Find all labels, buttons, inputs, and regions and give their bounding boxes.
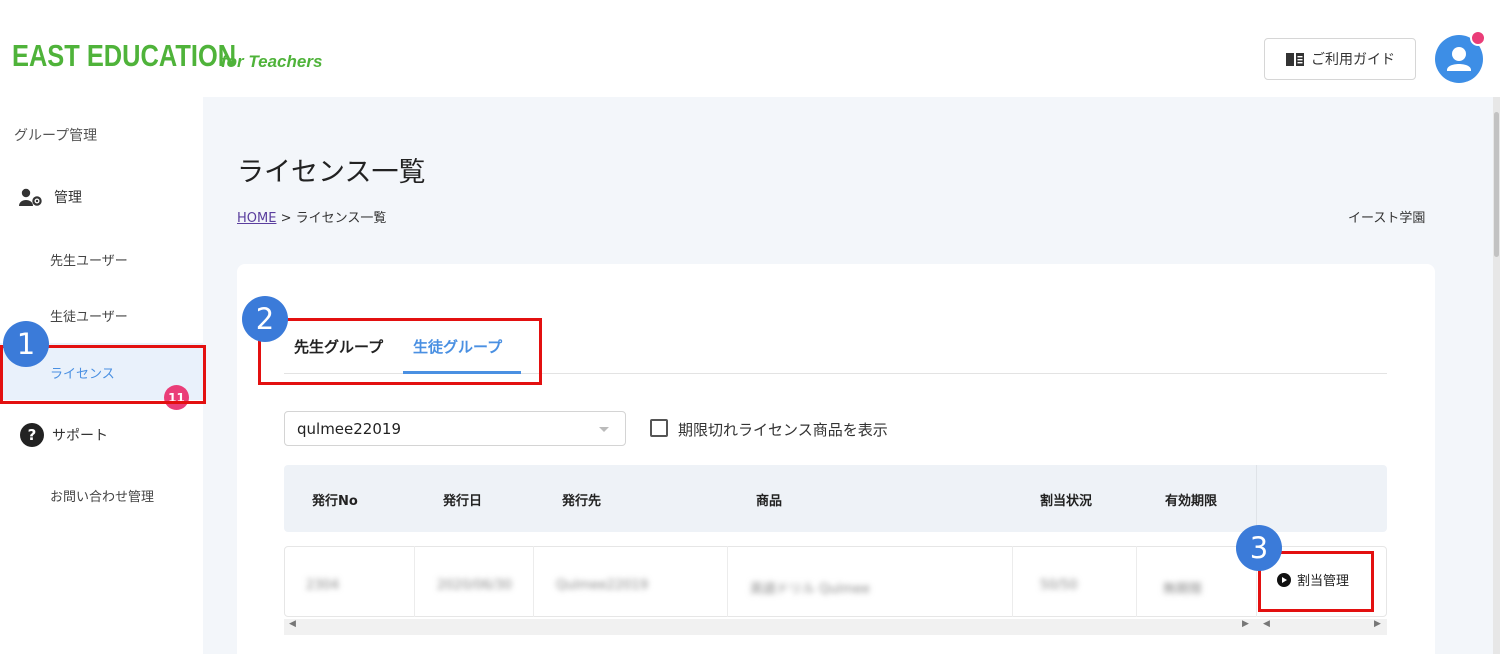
step-marker-2: 2	[242, 296, 288, 342]
cell-expiry: 無期限	[1163, 582, 1203, 597]
show-expired-label[interactable]: 期限切れライセンス商品を表示	[678, 419, 888, 440]
column-header-issued-to: 発行先	[562, 494, 602, 509]
logo-east-education[interactable]: EAST EDUCATION	[12, 38, 236, 74]
group-select[interactable]: qulmee22019	[284, 411, 626, 446]
sidebar-item-inquiries[interactable]: お問い合わせ管理	[50, 486, 154, 505]
svg-text:?: ?	[28, 426, 37, 444]
user-guide-label: ご利用ガイド	[1311, 52, 1395, 68]
notification-dot	[1470, 30, 1486, 46]
cell-divider	[1136, 546, 1137, 617]
chevron-down-icon	[599, 427, 609, 432]
school-name: イースト学園	[1348, 211, 1426, 226]
breadcrumb-home-link[interactable]: HOME	[237, 211, 276, 226]
cell-product: 英語ドリル Qulmee	[750, 582, 870, 597]
cell-divider	[727, 546, 728, 617]
sidebar-item-support[interactable]: ? サポート	[20, 423, 108, 447]
sidebar-item-student-users[interactable]: 生徒ユーザー	[50, 306, 128, 325]
cell-divider	[533, 546, 534, 617]
scroll-left-icon[interactable]: ◀	[289, 619, 296, 629]
user-gear-icon	[19, 188, 42, 206]
sidebar-manage-label: 管理	[54, 190, 82, 206]
annotation-highlight-2	[258, 318, 542, 385]
cell-divider	[414, 546, 415, 617]
page-title: ライセンス一覧	[237, 157, 426, 188]
sidebar-item-manage[interactable]: 管理	[18, 187, 82, 207]
group-select-value: qulmee22019	[297, 420, 401, 438]
column-header-issue-no: 発行No	[312, 494, 358, 509]
scroll-right-icon[interactable]: ▶	[1374, 619, 1381, 629]
scroll-right-icon[interactable]: ▶	[1242, 619, 1249, 629]
breadcrumb: HOME > ライセンス一覧	[237, 207, 386, 226]
vertical-scroll-thumb[interactable]	[1494, 112, 1499, 257]
sidebar-support-label: サポート	[52, 428, 108, 444]
sidebar-item-teacher-users[interactable]: 先生ユーザー	[50, 250, 128, 269]
step-marker-3: 3	[1236, 525, 1282, 571]
header-fixed-column-divider	[1256, 465, 1257, 532]
cell-divider	[1012, 546, 1013, 617]
app-header: EAST EDUCATION for Teachers ご利用ガイド	[0, 0, 1500, 97]
help-circle-icon: ?	[20, 423, 44, 447]
logo-for-teachers: for Teachers	[221, 52, 323, 71]
step-marker-1: 1	[3, 321, 49, 367]
breadcrumb-current: ライセンス一覧	[295, 211, 387, 226]
cell-issue-no: 2304	[306, 578, 340, 593]
column-header-product: 商品	[756, 494, 783, 509]
book-icon	[1286, 53, 1304, 66]
cell-assign-status: 50/50	[1040, 578, 1078, 593]
cell-issued-to: Qulmee22019	[556, 578, 649, 593]
column-header-assign-status: 割当状況	[1040, 494, 1093, 509]
show-expired-checkbox[interactable]	[650, 419, 668, 437]
column-header-issue-date: 発行日	[443, 494, 483, 509]
sidebar-section-group: グループ管理	[14, 128, 98, 144]
column-header-expiry: 有効期限	[1165, 494, 1218, 509]
user-guide-button[interactable]: ご利用ガイド	[1264, 38, 1416, 80]
breadcrumb-separator: >	[280, 211, 292, 226]
cell-issue-date: 2020/06/30	[437, 578, 512, 593]
horizontal-scrollbar[interactable]	[284, 619, 1387, 635]
scroll-left-icon[interactable]: ◀	[1263, 619, 1270, 629]
